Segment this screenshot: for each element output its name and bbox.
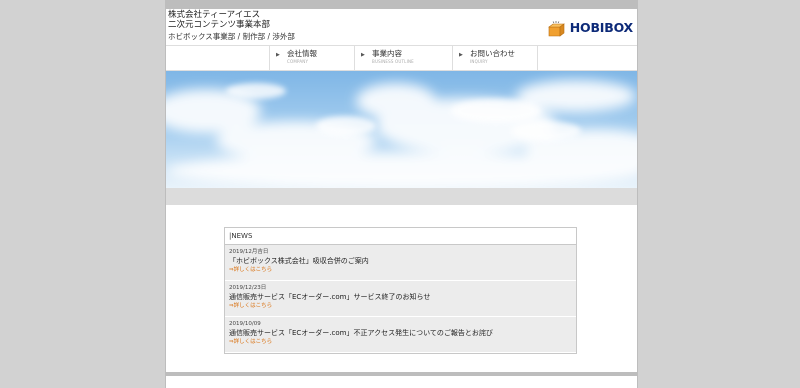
news-heading: |NEWS: [225, 228, 576, 245]
news-detail-link[interactable]: ⇒詳しくはこちら: [229, 338, 572, 346]
news-date: 2019/12月吉日: [229, 249, 269, 255]
news-title: 「ホビボックス株式会社」吸収合併のご案内: [229, 257, 369, 265]
nav-inquiry[interactable]: ▶ お問い合わせ INQUIRY: [452, 46, 538, 70]
nav-business-sublabel: BUSINESS OUTLINE: [372, 59, 414, 64]
news-title: 通信販売サービス「ECオーダー.com」不正アクセス発生についてのご報告とお詫び: [229, 329, 493, 337]
news-item: 2019/12月吉日 「ホビボックス株式会社」吸収合併のご案内 ⇒詳しくはこちら: [225, 245, 576, 281]
arrow-right-icon: ▶: [276, 52, 280, 58]
company-name: 株式会社ティーアイエス 二次元コンテンツ事業本部: [168, 10, 270, 30]
department-list: ホビボックス事業部 / 制作部 / 渉外部: [168, 32, 295, 41]
nav-inquiry-sublabel: INQUIRY: [470, 59, 488, 64]
nav-business-label: 事業内容: [372, 49, 402, 58]
news-detail-link[interactable]: ⇒詳しくはこちら: [229, 266, 572, 274]
nav-company-label: 会社情報: [287, 49, 317, 58]
divider-band: [166, 188, 637, 205]
nav-inquiry-label: お問い合わせ: [470, 49, 515, 58]
site-header: 株式会社ティーアイエス 二次元コンテンツ事業本部 ホビボックス事業部 / 制作部…: [166, 9, 637, 45]
news-date: 2019/12/23日: [229, 285, 267, 291]
news-item: 2019/12/23日 通信販売サービス「ECオーダー.com」サービス終了のお…: [225, 281, 576, 317]
bottom-bar: [166, 372, 637, 388]
company-name-line2: 二次元コンテンツ事業本部: [168, 20, 271, 30]
news-title: 通信販売サービス「ECオーダー.com」サービス終了のお知らせ: [229, 293, 431, 301]
hero-sky-image: [166, 71, 637, 188]
arrow-right-icon: ▶: [361, 52, 365, 58]
news-panel: |NEWS 2019/12月吉日 「ホビボックス株式会社」吸収合併のご案内 ⇒詳…: [224, 227, 577, 354]
nav-company[interactable]: ▶ 会社情報 COMPANY: [269, 46, 355, 70]
arrow-right-icon: ▶: [459, 52, 463, 58]
news-heading-text: NEWS: [231, 232, 253, 240]
news-item: 2019/10/09 通信販売サービス「ECオーダー.com」不正アクセス発生に…: [225, 317, 576, 353]
global-nav: ▶ 会社情報 COMPANY ▶ 事業内容 BUSINESS OUTLINE ▶…: [166, 45, 637, 71]
box-icon: [547, 20, 566, 37]
nav-business[interactable]: ▶ 事業内容 BUSINESS OUTLINE: [354, 46, 453, 70]
logo-text: HOBIBOX: [569, 20, 633, 35]
hobibox-logo[interactable]: HOBIBOX: [547, 20, 633, 37]
news-detail-link[interactable]: ⇒詳しくはこちら: [229, 302, 572, 310]
news-date: 2019/10/09: [229, 321, 261, 327]
top-bar: [166, 0, 637, 9]
nav-company-sublabel: COMPANY: [287, 59, 309, 64]
company-name-line1: 株式会社ティーアイエス: [168, 10, 261, 20]
